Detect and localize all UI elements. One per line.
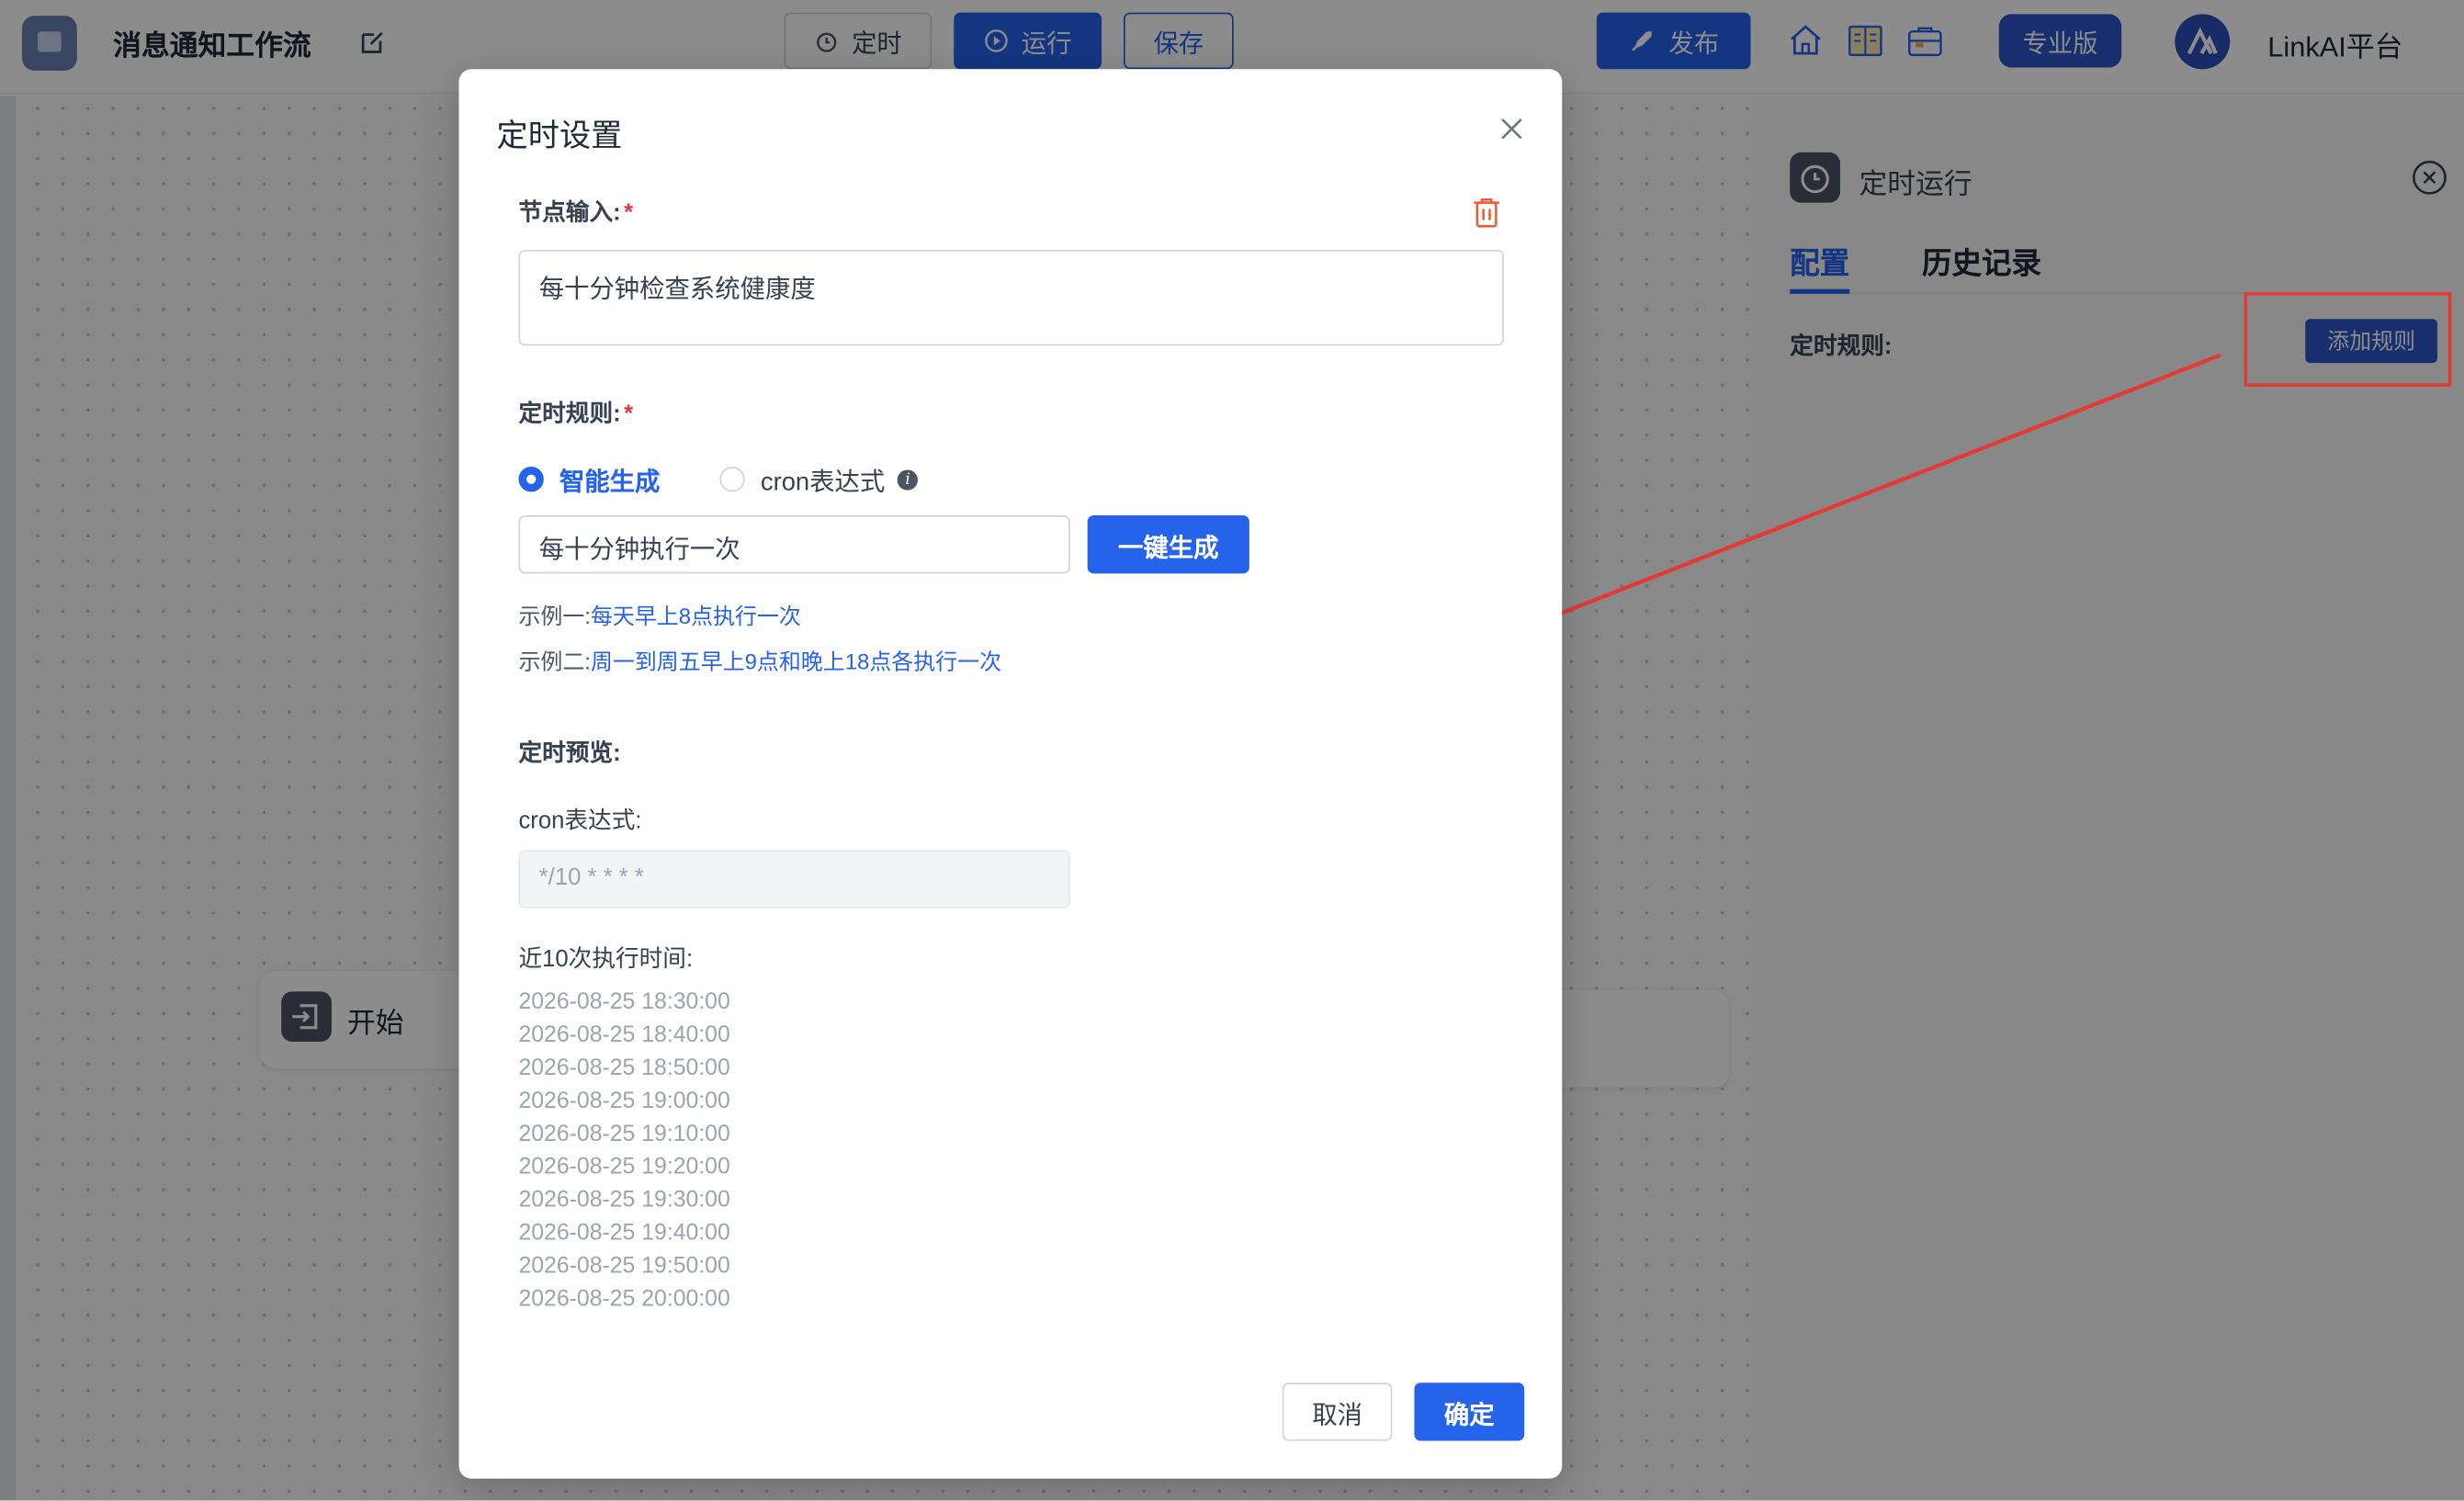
run-time: 2026-08-25 19:50:00 [518, 1253, 730, 1280]
cancel-button[interactable]: 取消 [1282, 1382, 1393, 1441]
example-two-link[interactable]: 周一到周五早上9点和晚上18点各执行一次 [591, 649, 1001, 673]
run-time: 2026-08-25 18:40:00 [518, 1022, 730, 1048]
schedule-rule-label-text: 定时规则: [518, 401, 621, 428]
confirm-button[interactable]: 确定 [1414, 1382, 1525, 1441]
radio-smart[interactable] [518, 467, 544, 492]
next-runs-list: 2026-08-25 18:30:00 2026-08-25 18:40:00 … [518, 987, 729, 1316]
annotation-highlight-box [2244, 292, 2452, 387]
schedule-settings-dialog: 定时设置 节点输入: * 每十分钟检查系统健康度 定时规则: * 智能生成 cron… [458, 69, 1563, 1479]
run-time: 2026-08-25 19:10:00 [518, 1122, 730, 1147]
radio-smart-label[interactable]: 智能生成 [559, 460, 660, 498]
one-click-generate-button[interactable]: 一键生成 [1087, 515, 1249, 574]
run-time: 2026-08-25 19:30:00 [518, 1188, 730, 1213]
close-icon[interactable] [1496, 113, 1527, 144]
run-time: 2026-08-25 19:20:00 [518, 1155, 730, 1180]
example-two-prefix: 示例二: [518, 649, 591, 674]
dialog-title: 定时设置 [496, 118, 623, 154]
run-time: 2026-08-25 18:30:00 [518, 989, 730, 1015]
trash-icon[interactable] [1471, 195, 1502, 230]
schedule-rule-label: 定时规则: * [518, 396, 633, 429]
radio-cron[interactable] [719, 467, 745, 492]
app-root: 消息通知工作流 定时 运行 保存 发布 专业版 LinkAI平台 开始 定时运行… [0, 0, 2464, 1501]
next-runs-label: 近10次执行时间: [518, 945, 694, 973]
rule-mode-radio-group: 智能生成 cron表达式 i [518, 460, 919, 498]
schedule-preview-label: 定时预览: [518, 739, 621, 767]
example-one-prefix: 示例一: [518, 603, 591, 629]
info-icon[interactable]: i [897, 468, 919, 490]
radio-cron-label[interactable]: cron表达式 [761, 460, 885, 498]
run-time: 2026-08-25 18:50:00 [518, 1055, 730, 1081]
node-input-label-text: 节点输入: [518, 199, 621, 227]
node-input-label: 节点输入: * [518, 195, 633, 228]
example-one-link[interactable]: 每天早上8点执行一次 [591, 604, 801, 628]
node-input-textarea[interactable]: 每十分钟检查系统健康度 [518, 249, 1504, 346]
run-time: 2026-08-25 20:00:00 [518, 1286, 730, 1313]
example-two: 示例二:周一到周五早上9点和晚上18点各执行一次 [518, 646, 1001, 677]
cron-expression-field: */10 * * * * [518, 850, 1070, 908]
natural-language-rule-input[interactable]: 每十分钟执行一次 [518, 515, 1070, 574]
required-mark: * [624, 401, 634, 428]
run-time: 2026-08-25 19:40:00 [518, 1221, 730, 1247]
required-mark: * [624, 199, 634, 227]
example-one: 示例一:每天早上8点执行一次 [518, 600, 800, 631]
cron-expression-label: cron表达式: [518, 807, 642, 835]
run-time: 2026-08-25 19:00:00 [518, 1089, 730, 1114]
